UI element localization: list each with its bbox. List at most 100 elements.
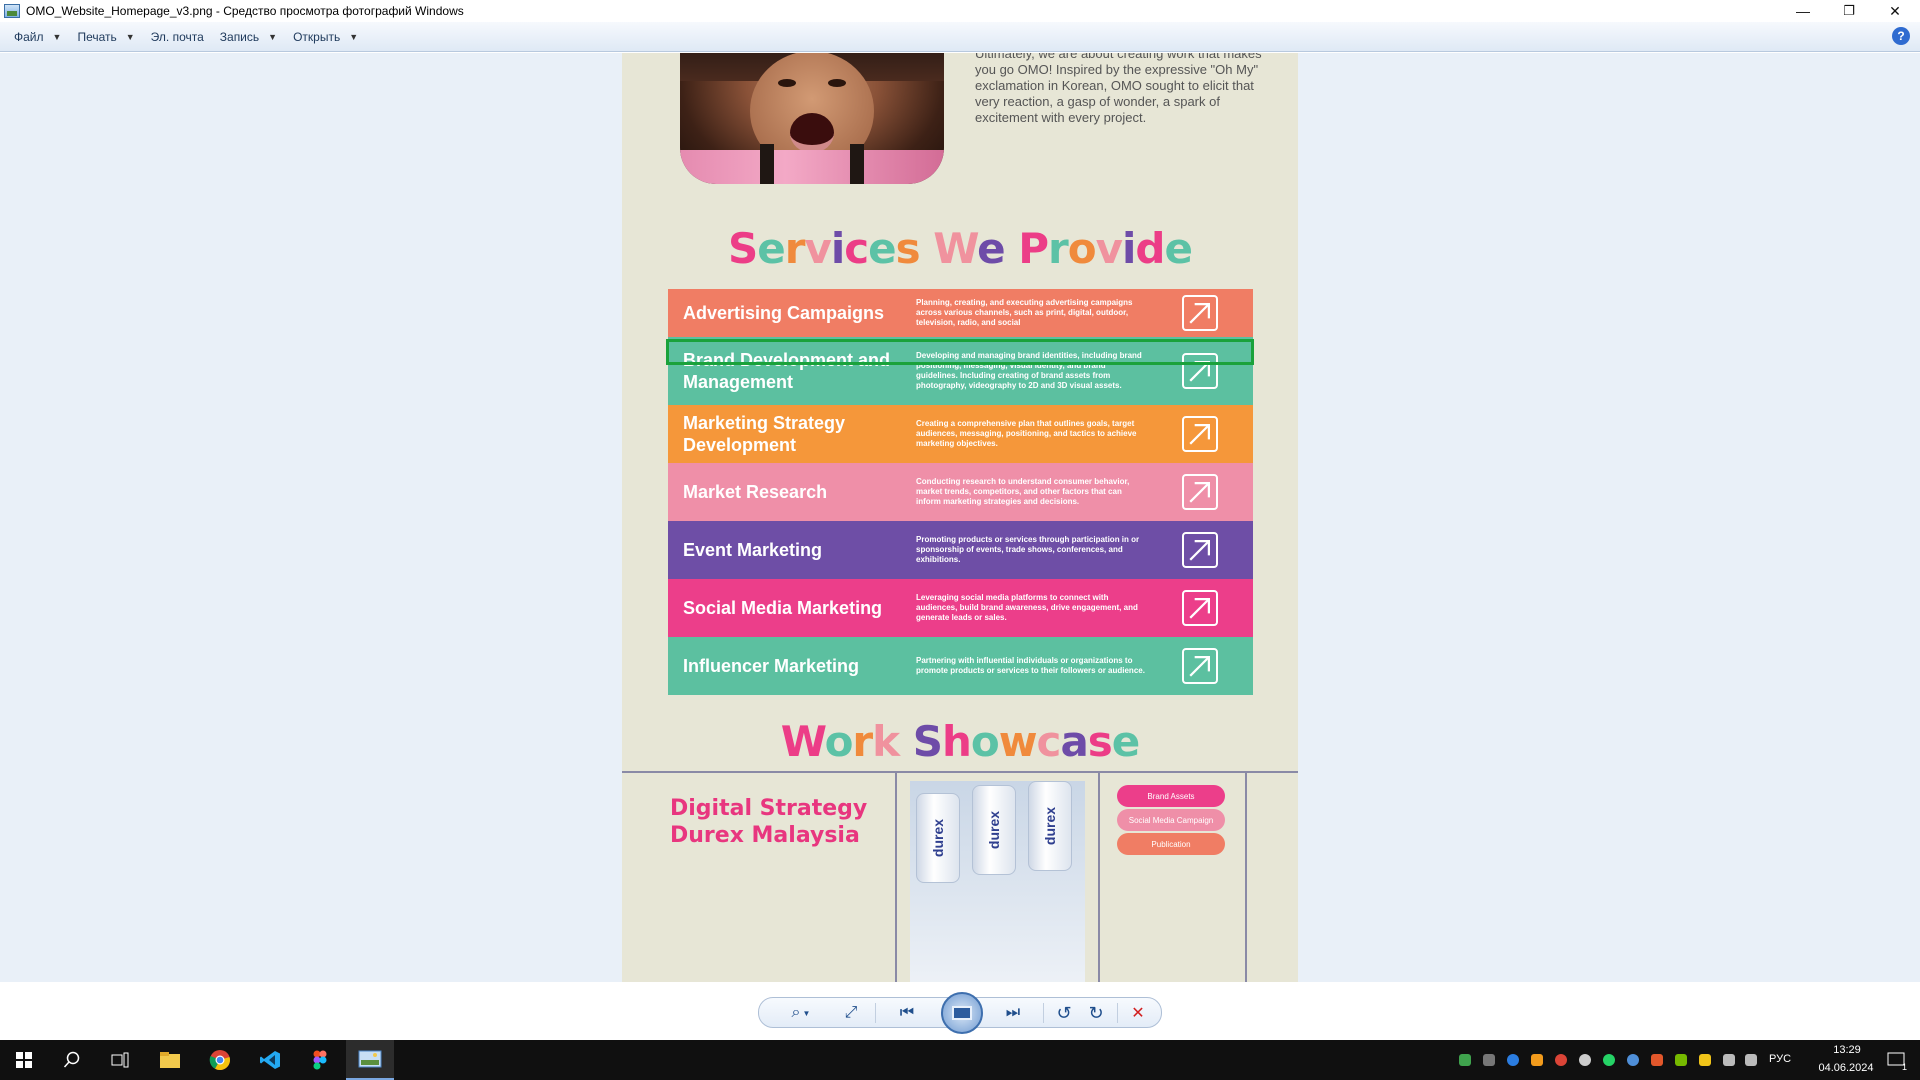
menu-email[interactable]: Эл. почта <box>143 26 212 48</box>
hero-paragraph: Ultimately, we are about creating work t… <box>975 53 1262 125</box>
volume-icon[interactable] <box>1745 1054 1757 1066</box>
showcase-tag: Social Media Campaign <box>1117 809 1225 831</box>
product-label: durex <box>986 810 1002 850</box>
tray-app-icon[interactable] <box>1699 1054 1711 1066</box>
windows-logo-icon <box>16 1052 32 1068</box>
showcase-item-title: Digital Strategy Durex Malaysia <box>670 796 868 848</box>
menu-print-label: Печать <box>77 29 117 44</box>
viewer-toolbar-area: ⌕ ▼ ⤢ ⏮ ⏭ ↺ ↻ ✕ <box>0 982 1920 1040</box>
service-row: Marketing Strategy Development Creating a… <box>668 405 1253 463</box>
arrow-up-right-icon <box>1182 532 1218 568</box>
windows-taskbar: РУС 13:29 04.06.2024 1 <box>0 1040 1920 1080</box>
service-row: Event Marketing Promoting products or ser… <box>668 521 1253 579</box>
title-bar: OMO_Website_Homepage_v3.png - Средство п… <box>0 0 1920 22</box>
menu-burn[interactable]: Запись ▼ <box>212 26 285 48</box>
arrow-up-right-icon <box>1182 648 1218 684</box>
menu-open[interactable]: Открыть ▼ <box>285 26 366 48</box>
fit-to-window-icon[interactable]: ⤢ <box>839 1002 863 1024</box>
rotate-ccw-icon[interactable]: ↺ <box>1051 1002 1077 1024</box>
tray-app-icon[interactable] <box>1483 1054 1495 1066</box>
image-viewport[interactable]: Ultimately, we are about creating work t… <box>0 53 1920 982</box>
menu-burn-label: Запись <box>219 29 260 44</box>
service-name: Advertising Campaigns <box>683 303 885 323</box>
service-description: Planning, creating, and executing advert… <box>916 298 1133 327</box>
menu-file[interactable]: Файл ▼ <box>6 26 69 48</box>
product-label: durex <box>930 818 946 858</box>
figma-icon[interactable] <box>296 1040 344 1080</box>
delete-icon[interactable]: ✕ <box>1125 1002 1151 1024</box>
tray-app-icon[interactable] <box>1531 1054 1543 1066</box>
service-name: Event Marketing <box>683 540 823 560</box>
tray-chrome-icon[interactable] <box>1555 1054 1567 1066</box>
arrow-up-right-icon <box>1182 416 1218 452</box>
notification-center-icon[interactable]: 1 <box>1872 1040 1920 1080</box>
service-description: Conducting research to understand consum… <box>916 477 1130 506</box>
caret-down-icon: ▼ <box>268 31 278 42</box>
showcase-divider-line <box>622 771 1298 773</box>
service-row: Influencer Marketing Partnering with infl… <box>668 637 1253 695</box>
service-name: Marketing Strategy Development <box>683 413 846 455</box>
service-description: Partnering with influential individuals … <box>916 656 1145 675</box>
service-row: Market Research Conducting research to un… <box>668 463 1253 521</box>
tray-nvidia-icon[interactable] <box>1675 1054 1687 1066</box>
network-icon[interactable] <box>1723 1054 1735 1066</box>
caret-down-icon: ▼ <box>349 31 359 42</box>
service-row: Advertising Campaigns Planning, creating,… <box>668 289 1253 337</box>
tray-app-icon[interactable] <box>1459 1054 1471 1066</box>
service-name: Social Media Marketing <box>683 598 883 618</box>
displayed-image: Ultimately, we are about creating work t… <box>622 53 1298 982</box>
menu-print[interactable]: Печать ▼ <box>69 26 142 48</box>
services-heading: Services We Provide <box>727 224 1193 273</box>
menu-email-label: Эл. почта <box>150 29 204 44</box>
viewer-toolbar: ⌕ ▼ ⤢ ⏮ ⏭ ↺ ↻ ✕ <box>758 992 1162 1034</box>
minimize-button[interactable]: — <box>1780 0 1826 22</box>
caret-down-icon: ▼ <box>52 31 62 42</box>
showcase-tag: Publication <box>1117 833 1225 855</box>
search-icon[interactable] <box>48 1040 96 1080</box>
photo-viewer-app-icon <box>4 4 20 18</box>
service-description: Leveraging social media platforms to con… <box>916 593 1138 622</box>
service-row: Social Media Marketing Leveraging social … <box>668 579 1253 637</box>
previous-icon[interactable]: ⏮ <box>889 1002 925 1024</box>
menu-bar: Файл ▼ Печать ▼ Эл. почта Запись ▼ Откры… <box>0 22 1920 52</box>
tray-app-icon[interactable] <box>1579 1054 1591 1066</box>
file-explorer-icon[interactable] <box>146 1040 194 1080</box>
chrome-icon[interactable] <box>196 1040 244 1080</box>
durex-product-photo: durex durex durex <box>910 781 1085 982</box>
slideshow-icon <box>952 1006 972 1020</box>
language-indicator[interactable]: РУС <box>1769 1053 1791 1065</box>
help-icon[interactable]: ? <box>1892 27 1910 45</box>
tray-app-icon[interactable] <box>1507 1054 1519 1066</box>
arrow-up-right-icon <box>1182 474 1218 510</box>
slideshow-button[interactable] <box>941 992 983 1034</box>
product-label: durex <box>1042 806 1058 846</box>
close-button[interactable]: ✕ <box>1872 0 1918 22</box>
next-icon[interactable]: ⏭ <box>995 1002 1031 1024</box>
photo-viewer-taskbar-icon[interactable] <box>346 1040 394 1080</box>
tray-app-icon[interactable] <box>1651 1054 1663 1066</box>
selection-highlight <box>666 339 1254 365</box>
menu-file-label: Файл <box>14 29 44 44</box>
caret-down-icon: ▼ <box>125 31 135 42</box>
vscode-icon[interactable] <box>246 1040 294 1080</box>
rotate-cw-icon[interactable]: ↻ <box>1083 1002 1109 1024</box>
service-description: Promoting products or services through p… <box>916 535 1140 564</box>
service-description: Creating a comprehensive plan that outli… <box>916 419 1137 448</box>
window-title: OMO_Website_Homepage_v3.png - Средство п… <box>26 4 464 18</box>
maximize-button[interactable]: ❐ <box>1826 0 1872 22</box>
start-button[interactable] <box>0 1040 48 1080</box>
tray-app-icon[interactable] <box>1627 1054 1639 1066</box>
arrow-up-right-icon <box>1182 590 1218 626</box>
service-name: Market Research <box>683 482 828 502</box>
showcase-tag: Brand Assets <box>1117 785 1225 807</box>
hero-photo <box>680 53 944 184</box>
task-view-icon[interactable] <box>96 1040 144 1080</box>
zoom-icon[interactable]: ⌕ ▼ <box>785 1002 817 1024</box>
menu-open-label: Открыть <box>293 29 341 44</box>
arrow-up-right-icon <box>1182 295 1218 331</box>
clock-time[interactable]: 13:29 <box>1822 1044 1872 1056</box>
notification-count: 1 <box>1902 1062 1908 1072</box>
service-name: Influencer Marketing <box>683 656 860 676</box>
showcase-heading: Work Showcase <box>780 717 1141 766</box>
tray-whatsapp-icon[interactable] <box>1603 1054 1615 1066</box>
